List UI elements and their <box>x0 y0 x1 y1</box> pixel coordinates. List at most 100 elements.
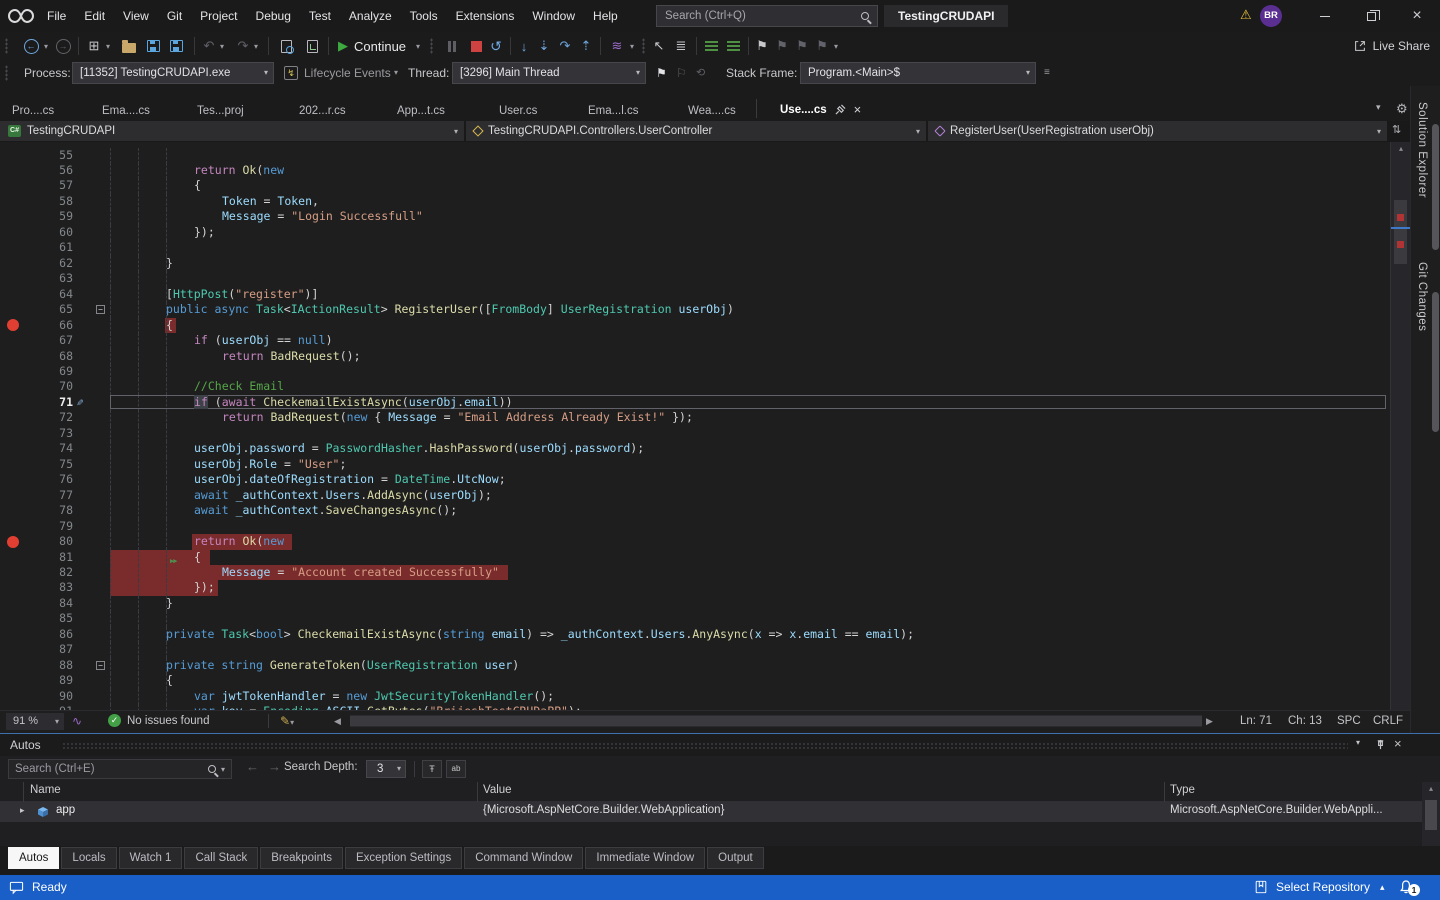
line-number[interactable]: 55 <box>0 148 73 163</box>
editor-vertical-scrollbar[interactable]: ▴ <box>1390 142 1410 710</box>
navigate-back-icon[interactable]: ← <box>22 32 40 60</box>
code-line-64[interactable]: 64[HttpPost("register")] <box>0 287 1388 303</box>
navigate-forward-icon[interactable]: → <box>54 32 72 60</box>
stop-icon[interactable] <box>468 32 484 60</box>
line-number[interactable]: 70 <box>0 379 73 394</box>
column-indicator[interactable]: Ch: 13 <box>1288 711 1322 732</box>
tab-ema-cs[interactable]: Ema....cs <box>102 105 150 117</box>
open-folder-icon[interactable] <box>120 32 138 60</box>
menu-help[interactable]: Help <box>584 0 627 32</box>
type-dropdown[interactable]: TestingCRUDAPI.Controllers.UserControlle… <box>466 121 926 141</box>
code-line-61[interactable]: 61 <box>0 240 1388 256</box>
expander-icon[interactable]: ▸ <box>20 805 25 816</box>
show-threads-icon[interactable]: ≋ <box>608 32 626 60</box>
code-line-69[interactable]: 69 <box>0 364 1388 380</box>
tab-tes-proj[interactable]: Tes...proj <box>197 105 244 117</box>
close-panel-icon[interactable]: × <box>1394 736 1402 751</box>
pin-property-icon[interactable]: Ŧ <box>422 760 442 778</box>
tool-tab-command-window[interactable]: Command Window <box>464 847 583 869</box>
line-number[interactable]: 89 <box>0 673 73 688</box>
line-number[interactable]: 68 <box>0 349 73 364</box>
line-number[interactable]: 88 <box>0 658 73 673</box>
smart-indent-icon[interactable] <box>724 32 742 60</box>
split-window-icon[interactable]: ⇅ <box>1392 123 1401 136</box>
code-line-70[interactable]: 70//Check Email <box>0 379 1388 395</box>
code-line-74[interactable]: 74userObj.password = PasswordHasher.Hash… <box>0 441 1388 457</box>
autos-search-input[interactable]: Search (Ctrl+E) ▾ <box>8 759 232 779</box>
breakpoint-icon[interactable] <box>7 319 19 331</box>
repository-caret-icon[interactable]: ▴ <box>1380 875 1385 900</box>
line-number[interactable]: 75 <box>0 457 73 472</box>
menu-debug[interactable]: Debug <box>247 0 300 32</box>
line-number[interactable]: 84 <box>0 596 73 611</box>
code-line-59[interactable]: 59Message = "Login Successfull" <box>0 209 1388 225</box>
line-number[interactable]: 77 <box>0 488 73 503</box>
code-line-71[interactable]: ✎71if (await CheckemailExistAsync(userOb… <box>0 395 1388 411</box>
restore-button[interactable] <box>1348 0 1394 32</box>
continue-caret[interactable]: ▾ <box>414 32 422 60</box>
pointer-mode-icon[interactable]: ↖ <box>650 32 668 60</box>
code-line-81[interactable]: 81▶▶{ <box>0 550 1388 566</box>
search-depth-dropdown[interactable]: 3▾ <box>366 760 406 778</box>
menu-analyze[interactable]: Analyze <box>340 0 401 32</box>
lifecycle-events-icon[interactable]: ↯ <box>284 66 298 80</box>
line-number[interactable]: 83 <box>0 580 73 595</box>
space-mode-indicator[interactable]: SPC <box>1337 711 1361 732</box>
menu-tools[interactable]: Tools <box>401 0 447 32</box>
code-line-73[interactable]: 73 <box>0 426 1388 442</box>
toolbar-overflow-icon[interactable]: ≡ <box>1044 60 1050 86</box>
menu-edit[interactable]: Edit <box>75 0 114 32</box>
line-number[interactable]: 71 <box>0 395 73 410</box>
redo-caret[interactable]: ▾ <box>252 32 260 60</box>
scrollbar-thumb[interactable] <box>1394 200 1407 264</box>
line-number[interactable]: 57 <box>0 178 73 193</box>
scroll-left-icon[interactable]: ◀ <box>334 711 341 732</box>
undo-icon[interactable]: ↶ <box>200 32 218 60</box>
column-value[interactable]: Value <box>483 784 512 796</box>
new-project-icon[interactable]: ⊞ <box>85 32 103 60</box>
menu-view[interactable]: View <box>114 0 158 32</box>
pause-icon[interactable] <box>444 32 460 60</box>
pin-icon[interactable] <box>835 104 846 115</box>
scrollbar-thumb[interactable] <box>1425 800 1437 830</box>
menu-git[interactable]: Git <box>158 0 191 32</box>
grip[interactable] <box>642 38 645 54</box>
flag-threads-icon[interactable]: ⚑ <box>656 60 667 86</box>
feedback-icon[interactable] <box>9 880 24 895</box>
line-number[interactable]: 67 <box>0 333 73 348</box>
thread-dropdown[interactable]: [3296] Main Thread▾ <box>452 62 646 84</box>
code-line-57[interactable]: 57{ <box>0 178 1388 194</box>
navigate-back-caret[interactable]: ▾ <box>42 32 50 60</box>
code-line-58[interactable]: 58Token = Token, <box>0 194 1388 210</box>
rail-tab-git-changes[interactable]: Git Changes <box>1416 262 1428 331</box>
code-line-80[interactable]: 80return Ok(new <box>0 534 1388 550</box>
fold-collapse-icon[interactable]: − <box>96 661 105 670</box>
bookmark-toggle-icon[interactable]: ⚑ <box>754 32 770 60</box>
tab-usercontroller-active[interactable]: Use....cs × <box>780 102 861 117</box>
line-number[interactable]: 90 <box>0 689 73 704</box>
code-line-66[interactable]: 66{ <box>0 318 1388 334</box>
tool-tab-immediate-window[interactable]: Immediate Window <box>585 847 705 869</box>
restart-icon[interactable]: ↺ <box>488 32 504 60</box>
project-dropdown[interactable]: C# TestingCRUDAPI ▾ <box>0 121 464 141</box>
step-into-icon[interactable]: ⇣ <box>536 32 552 60</box>
search-back-icon[interactable]: ← <box>246 759 259 774</box>
line-number[interactable]: 63 <box>0 271 73 286</box>
code-line-88[interactable]: 88−private string GenerateToken(UserRegi… <box>0 658 1388 674</box>
code-line-87[interactable]: 87 <box>0 642 1388 658</box>
code-line-77[interactable]: 77await _authContext.Users.AddAsync(user… <box>0 488 1388 504</box>
code-line-56[interactable]: 56return Ok(new <box>0 163 1388 179</box>
tab-pro-cs[interactable]: Pro....cs <box>12 105 54 117</box>
line-number[interactable]: 58 <box>0 194 73 209</box>
line-number[interactable]: 85 <box>0 611 73 626</box>
debug-toolbar-grip[interactable] <box>430 38 433 54</box>
code-line-75[interactable]: 75userObj.Role = "User"; <box>0 457 1388 473</box>
close-button[interactable]: × <box>1394 0 1440 32</box>
toolbar-grip[interactable] <box>5 38 8 54</box>
flagged-only-icon[interactable]: ⚐ <box>676 60 687 86</box>
continue-play-icon[interactable]: ▶ <box>336 32 350 60</box>
line-number[interactable]: 60 <box>0 225 73 240</box>
suspend-threads-icon[interactable]: ⟲ <box>696 60 705 86</box>
avatar[interactable]: BR <box>1260 5 1282 27</box>
new-project-caret[interactable]: ▾ <box>104 32 112 60</box>
